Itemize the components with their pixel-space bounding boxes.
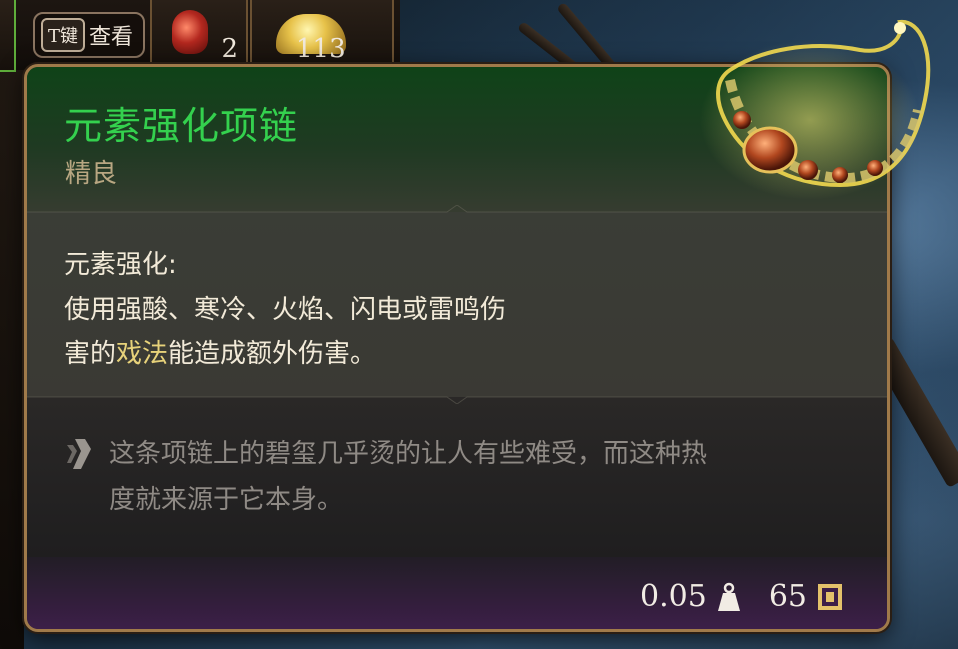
- tooltip-footer: 0.05 65: [27, 557, 887, 629]
- keyboard-key: T键: [41, 18, 86, 52]
- item-stats: 0.05 65: [640, 579, 843, 614]
- ability-name: 元素强化:: [64, 250, 177, 280]
- ability-desc-line: 害的戏法能造成额外伤害。: [64, 332, 784, 376]
- flavor-line: 这条项链上的碧玺几乎烫的让人有些难受，而这种热: [109, 439, 708, 469]
- cantrip-keyword-link[interactable]: 戏法: [116, 339, 168, 369]
- item-rarity: 精良: [65, 159, 118, 189]
- inspect-key-hint[interactable]: T键 查看: [33, 12, 146, 58]
- red-potion-icon: [172, 10, 208, 54]
- flavor-text: 这条项链上的碧玺几乎烫的让人有些难受，而这种热 度就来源于它本身。: [109, 431, 869, 523]
- item-name: 元素强化项链: [64, 104, 299, 148]
- inventory-slot-selected[interactable]: [0, 0, 16, 72]
- inventory-slot-gold[interactable]: 113: [250, 0, 394, 72]
- quote-mark-icon: [67, 439, 91, 469]
- inventory-slot-potion[interactable]: 2: [150, 0, 248, 72]
- section-divider: [27, 390, 887, 404]
- slot-count: 113: [296, 34, 346, 64]
- slot-count: 2: [221, 34, 238, 64]
- weight-icon: [717, 582, 740, 611]
- tooltip-flavor-section: 这条项链上的碧玺几乎烫的让人有些难受，而这种热 度就来源于它本身。: [27, 397, 887, 557]
- ability-description: 使用强酸、寒冷、火焰、闪电或雷鸣伤 害的戏法能造成额外伤害。: [64, 288, 784, 376]
- inspect-label: 查看: [89, 25, 134, 50]
- necklace-item-icon: [700, 19, 931, 200]
- ability-desc-text: 能造成额外伤害。: [168, 339, 377, 369]
- ability-desc-text: 害的: [64, 339, 117, 369]
- item-value: 65: [768, 579, 807, 614]
- tooltip-ability-section: 元素强化: 使用强酸、寒冷、火焰、闪电或雷鸣伤 害的戏法能造成额外伤害。: [27, 212, 887, 397]
- item-weight: 0.05: [640, 579, 707, 614]
- flavor-line: 度就来源于它本身。: [109, 485, 344, 515]
- inventory-panel-edge: [0, 0, 24, 649]
- gold-coin-icon: [818, 583, 842, 610]
- ability-desc-line: 使用强酸、寒冷、火焰、闪电或雷鸣伤: [64, 295, 507, 325]
